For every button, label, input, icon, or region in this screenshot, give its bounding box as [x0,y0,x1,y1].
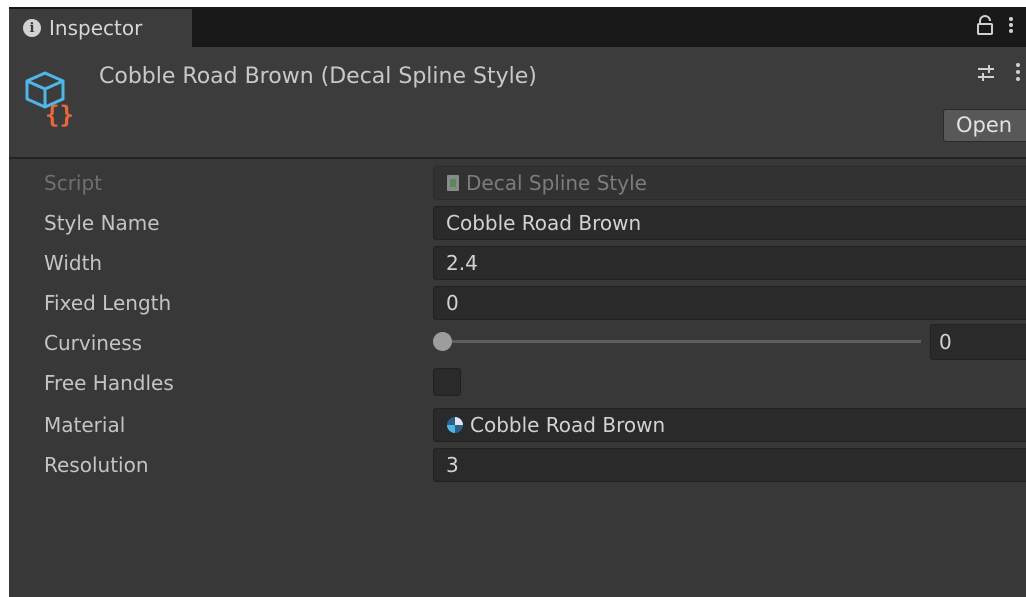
curviness-slider-track[interactable] [443,340,921,343]
inspector-panel: i Inspector {} Cobble Road Brown (Decal … [9,7,1026,597]
material-label: Material [44,413,126,437]
script-file-icon [446,169,460,201]
fixed-length-label: Fixed Length [44,291,172,315]
width-row: Width 2.4 [9,246,1026,280]
material-field[interactable]: Cobble Road Brown [433,408,1026,442]
curviness-input[interactable]: 0 [930,324,1026,360]
free-handles-checkbox[interactable] [433,368,461,396]
header-more-icon[interactable] [1015,61,1021,89]
style-name-input[interactable]: Cobble Road Brown [433,206,1026,240]
settings-sliders-icon[interactable] [976,63,996,88]
style-name-row: Style Name Cobble Road Brown [9,206,1026,240]
more-vertical-icon[interactable] [1008,15,1014,40]
info-icon: i [23,19,41,37]
material-sphere-icon [446,411,464,443]
style-name-label: Style Name [44,211,160,235]
script-label: Script [44,171,103,195]
curviness-slider-thumb[interactable] [433,332,452,351]
fixed-length-input[interactable]: 0 [433,286,1026,320]
script-field: Decal Spline Style [433,166,1026,200]
free-handles-row: Free Handles [9,366,1026,400]
resolution-label: Resolution [44,453,149,477]
fixed-length-row: Fixed Length 0 [9,286,1026,320]
width-label: Width [44,251,103,275]
material-value: Cobble Road Brown [470,413,666,437]
open-button[interactable]: Open [943,109,1026,142]
free-handles-label: Free Handles [44,371,174,395]
tab-bar: i Inspector [9,7,1026,47]
svg-text:{}: {} [45,101,74,129]
asset-title: Cobble Road Brown (Decal Spline Style) [99,64,537,89]
lock-icon[interactable] [977,15,993,40]
tab-label: Inspector [49,16,143,40]
resolution-input[interactable]: 3 [433,448,1026,482]
width-input[interactable]: 2.4 [433,246,1026,280]
curviness-row: Curviness 0 [9,324,1026,362]
script-row: Script Decal Spline Style [9,166,1026,200]
material-row: Material Cobble Road Brown [9,408,1026,442]
tab-inspector[interactable]: i Inspector [9,9,192,47]
resolution-row: Resolution 3 [9,448,1026,482]
script-value: Decal Spline Style [466,171,647,195]
inspector-header: {} Cobble Road Brown (Decal Spline Style… [9,47,1026,157]
curviness-label: Curviness [44,331,143,355]
header-divider [9,157,1026,159]
scriptable-object-icon: {} [23,67,85,129]
